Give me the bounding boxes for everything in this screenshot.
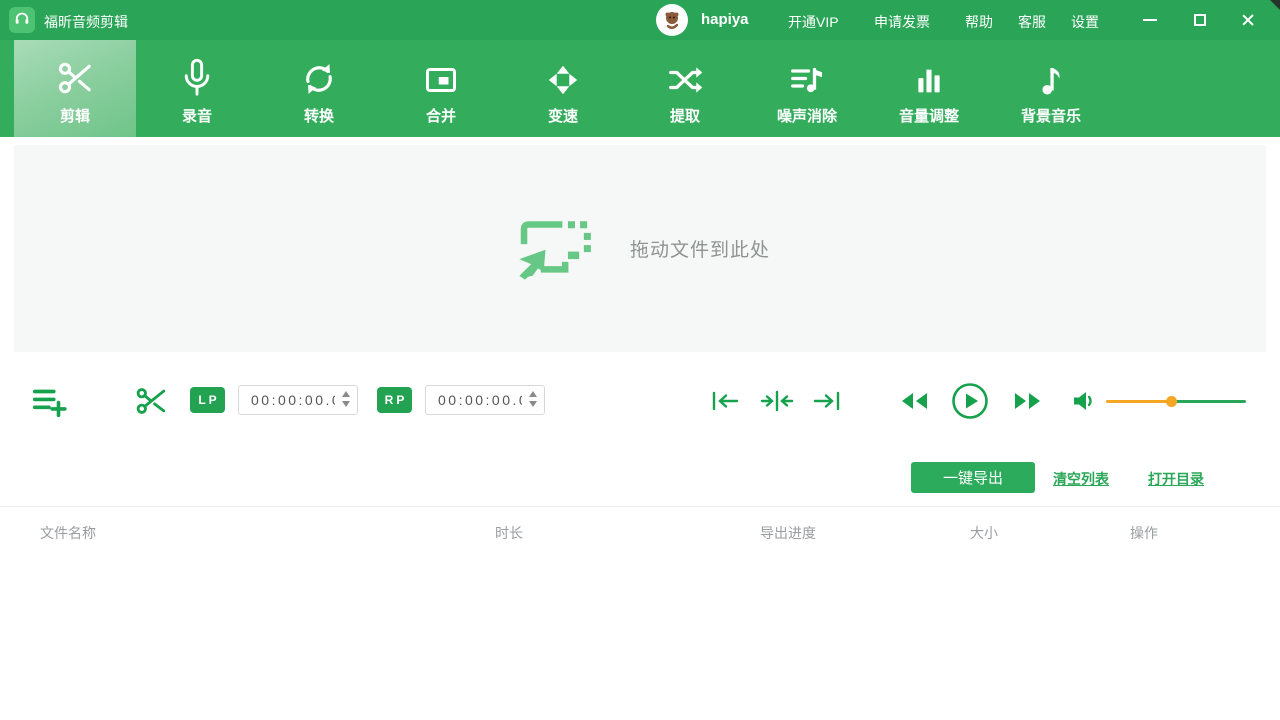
user-avatar[interactable] <box>656 4 688 36</box>
right-point-spinner[interactable] <box>529 391 537 407</box>
column-header-duration: 时长 <box>495 523 523 543</box>
tab-label-record: 录音 <box>182 105 212 126</box>
right-point-time-wrap <box>425 385 545 415</box>
app-logo <box>9 7 35 33</box>
cut-button[interactable] <box>133 384 169 423</box>
menu-request-invoice[interactable]: 申请发票 <box>874 12 930 32</box>
tab-label-merge: 合并 <box>426 105 456 126</box>
main-toolbar: 剪辑 录音 转换 合并 <box>0 40 1280 137</box>
left-point-time-input[interactable] <box>238 385 358 415</box>
avatar-cartoon-icon <box>657 5 687 35</box>
left-point-time-wrap <box>238 385 358 415</box>
corner-fold-decoration <box>1270 0 1280 10</box>
file-table-header: 文件名称 时长 导出进度 大小 操作 <box>0 506 1280 554</box>
menu-help[interactable]: 帮助 <box>965 12 993 32</box>
rewind-button[interactable] <box>899 389 931 418</box>
drag-file-icon <box>510 210 596 287</box>
volume-slider-filled <box>1106 400 1172 403</box>
left-point-badge[interactable]: LP <box>190 387 225 413</box>
volume-slider-knob[interactable] <box>1166 396 1177 407</box>
tab-extract[interactable]: 提取 <box>624 40 746 137</box>
menu-settings[interactable]: 设置 <box>1071 12 1099 32</box>
tab-label-noise-removal: 噪声消除 <box>777 105 837 126</box>
tab-label-clip: 剪辑 <box>60 105 90 126</box>
column-header-operation: 操作 <box>1130 523 1158 543</box>
tab-label-bg-music-volume: 音量调整 <box>899 105 959 126</box>
spinner-up-icon[interactable] <box>342 391 350 397</box>
close-button[interactable] <box>1234 8 1262 32</box>
tab-record[interactable]: 录音 <box>136 40 258 137</box>
jump-to-start-button[interactable] <box>710 389 740 418</box>
tab-background-music[interactable]: 背景音乐 <box>990 40 1112 137</box>
maximize-icon <box>1194 14 1206 26</box>
tab-label-extract: 提取 <box>670 105 700 126</box>
volume-slider[interactable] <box>1106 400 1246 403</box>
open-directory-link[interactable]: 打开目录 <box>1148 469 1204 489</box>
merge-frames-icon <box>422 56 460 98</box>
volume-slider-remaining <box>1172 400 1246 403</box>
tab-volume-adjust[interactable]: 音量调整 <box>868 40 990 137</box>
menu-open-vip[interactable]: 开通VIP <box>788 12 839 32</box>
spinner-down-icon[interactable] <box>529 401 537 407</box>
column-header-filename: 文件名称 <box>40 523 96 543</box>
titlebar: 福昕音频剪辑 hapiya 开通VIP 申请发票 帮助 客服 设置 <box>0 0 1280 40</box>
right-point-badge[interactable]: RP <box>377 387 412 413</box>
shuffle-extract-icon <box>665 56 705 98</box>
spinner-down-icon[interactable] <box>342 401 350 407</box>
close-icon <box>1241 13 1255 27</box>
playlist-note-icon <box>787 56 827 98</box>
tab-merge[interactable]: 合并 <box>380 40 502 137</box>
export-all-button[interactable]: 一键导出 <box>911 462 1035 493</box>
username[interactable]: hapiya <box>701 11 749 28</box>
microphone-icon <box>178 56 216 98</box>
actions-row: 一键导出 清空列表 打开目录 <box>0 460 1280 500</box>
file-drop-zone[interactable]: 拖动文件到此处 <box>14 145 1266 352</box>
spinner-up-icon[interactable] <box>529 391 537 397</box>
speed-clover-icon <box>545 56 581 98</box>
scissors-icon <box>55 56 95 98</box>
minimize-button[interactable] <box>1136 8 1164 32</box>
right-point-time-input[interactable] <box>425 385 545 415</box>
tab-convert[interactable]: 转换 <box>258 40 380 137</box>
tab-label-convert: 转换 <box>304 105 334 126</box>
app-title: 福昕音频剪辑 <box>44 12 128 32</box>
minimize-icon <box>1143 19 1157 21</box>
tab-label-speed: 变速 <box>548 105 578 126</box>
volume-bars-icon <box>912 56 946 98</box>
set-marker-center-button[interactable] <box>760 389 794 418</box>
convert-arrows-icon <box>300 56 338 98</box>
jump-to-end-button[interactable] <box>812 389 842 418</box>
add-to-list-button[interactable] <box>28 382 70 425</box>
maximize-button[interactable] <box>1186 8 1214 32</box>
tab-label-background-music: 背景音乐 <box>1021 105 1081 126</box>
left-point-spinner[interactable] <box>342 391 350 407</box>
menu-customer-service[interactable]: 客服 <box>1018 12 1046 32</box>
controls-row: LP RP <box>0 372 1280 430</box>
tab-speed[interactable]: 变速 <box>502 40 624 137</box>
column-header-export-progress: 导出进度 <box>760 523 816 543</box>
headphone-icon <box>13 9 31 32</box>
column-header-size: 大小 <box>970 523 998 543</box>
drop-zone-text: 拖动文件到此处 <box>630 235 770 262</box>
tab-clip[interactable]: 剪辑 <box>14 40 136 137</box>
clear-list-link[interactable]: 清空列表 <box>1053 469 1109 489</box>
fast-forward-button[interactable] <box>1011 389 1043 418</box>
music-note-icon <box>1033 56 1069 98</box>
play-button[interactable] <box>951 382 989 425</box>
tab-noise-removal[interactable]: 噪声消除 <box>746 40 868 137</box>
speaker-icon[interactable] <box>1071 389 1097 418</box>
